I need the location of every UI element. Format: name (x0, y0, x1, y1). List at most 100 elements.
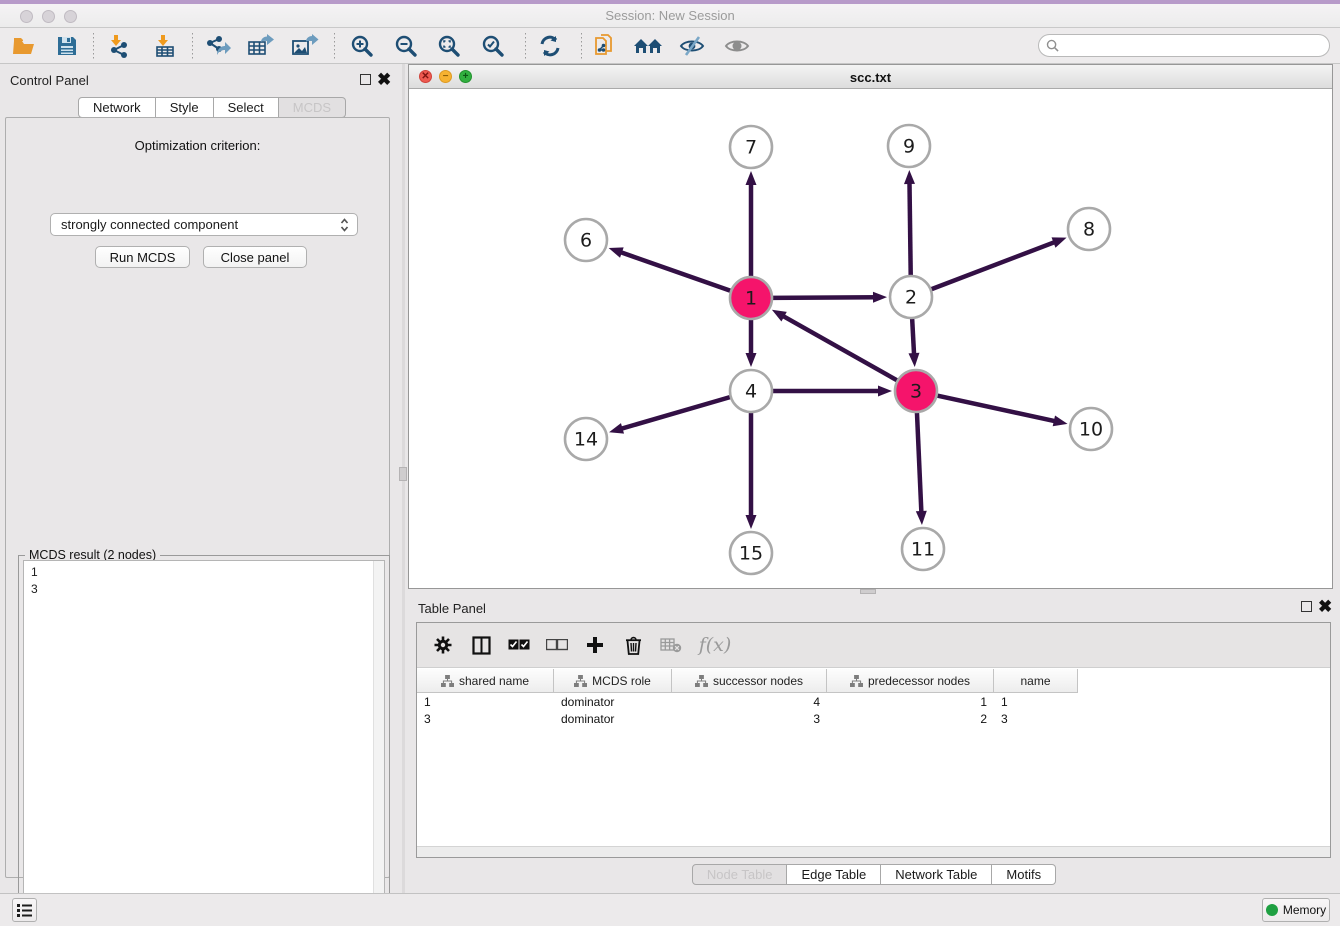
table-row-1[interactable]: 3dominator323 (417, 711, 1078, 728)
add-row-button[interactable] (579, 629, 611, 661)
hide-selected-button[interactable] (673, 30, 711, 62)
table-tab-node-table[interactable]: Node Table (692, 864, 788, 885)
edge-2-3[interactable] (912, 318, 914, 359)
table-cell[interactable]: 4 (672, 694, 827, 711)
run-mcds-button[interactable]: Run MCDS (95, 246, 190, 268)
zoom-in-button[interactable] (343, 30, 381, 62)
table-cell[interactable]: dominator (554, 694, 672, 711)
edge-2-9[interactable] (909, 178, 910, 276)
zoom-selected-button[interactable] (474, 30, 512, 62)
horizontal-splitter-handle[interactable] (860, 589, 876, 594)
table-cell[interactable]: 1 (994, 694, 1078, 711)
graph-node-label-15: 15 (739, 543, 763, 565)
tab-network[interactable]: Network (78, 97, 156, 118)
edge-4-14[interactable] (617, 397, 731, 430)
first-neighbors-button[interactable] (629, 30, 667, 62)
table-cell[interactable]: 3 (417, 711, 554, 728)
memory-status-dot (1266, 904, 1278, 916)
column-header-1[interactable]: MCDS role (554, 669, 672, 692)
export-network-button[interactable] (199, 30, 237, 62)
column-header-2[interactable]: successor nodes (672, 669, 827, 692)
column-type-tree-icon (850, 675, 863, 687)
table-cell[interactable]: 3 (672, 711, 827, 728)
task-list-icon (17, 904, 32, 917)
graph-node-label-9: 9 (903, 136, 915, 158)
close-panel-icon[interactable]: ✖ (377, 74, 391, 85)
save-floppy-icon (56, 35, 78, 57)
network-window-titlebar[interactable]: ✕ − + scc.txt (409, 65, 1332, 89)
table-cell[interactable]: 2 (827, 711, 994, 728)
delete-row-button[interactable] (617, 629, 649, 661)
column-header-label: name (1020, 674, 1050, 688)
table-row-0[interactable]: 1dominator411 (417, 694, 1078, 711)
table-cell[interactable]: 3 (994, 711, 1078, 728)
tab-style[interactable]: Style (156, 97, 214, 118)
plus-icon (586, 636, 604, 654)
deselect-all-button[interactable] (541, 629, 573, 661)
zoom-selected-icon (481, 34, 505, 58)
table-tab-edge-table[interactable]: Edge Table (787, 864, 881, 885)
edge-3-1[interactable] (779, 314, 898, 381)
split-panel-button[interactable] (465, 629, 497, 661)
table-cell[interactable]: dominator (554, 711, 672, 728)
import-network-icon (106, 34, 132, 58)
import-network-button[interactable] (100, 30, 138, 62)
graph-node-label-14: 14 (574, 429, 598, 451)
edge-3-10[interactable] (937, 395, 1060, 422)
clone-network-button[interactable] (586, 30, 624, 62)
table-tab-motifs[interactable]: Motifs (992, 864, 1056, 885)
column-header-label: shared name (459, 674, 529, 688)
status-bar: Memory (0, 893, 1340, 926)
edge-2-8[interactable] (931, 240, 1059, 289)
export-image-button[interactable] (286, 30, 324, 62)
refresh-view-button[interactable] (531, 30, 569, 62)
edge-1-6[interactable] (616, 251, 731, 291)
window-title: Session: New Session (0, 8, 1340, 23)
splitter-handle[interactable] (399, 467, 407, 481)
function-builder-button[interactable]: f(x) (693, 629, 737, 661)
mcds-result-scrollbar[interactable] (373, 561, 384, 921)
control-panel: Control Panel ✖ Network Style Select MCD… (0, 64, 400, 893)
zoom-fit-button[interactable] (430, 30, 468, 62)
memory-button[interactable]: Memory (1262, 898, 1330, 922)
edge-1-2[interactable] (772, 297, 879, 298)
graph-node-label-6: 6 (580, 230, 592, 252)
search-input[interactable] (1059, 39, 1329, 53)
tab-select[interactable]: Select (214, 97, 279, 118)
export-table-button[interactable] (242, 30, 280, 62)
column-type-tree-icon (574, 675, 587, 687)
delete-table-button[interactable] (655, 629, 687, 661)
open-session-button[interactable] (6, 30, 44, 62)
edge-3-11[interactable] (917, 412, 922, 517)
search-field[interactable] (1038, 34, 1330, 57)
select-all-button[interactable] (503, 629, 535, 661)
zoom-out-button[interactable] (387, 30, 425, 62)
table-options-gear-button[interactable] (427, 629, 459, 661)
close-panel-button[interactable]: Close panel (203, 246, 307, 268)
table-cell[interactable]: 1 (827, 694, 994, 711)
panel-splitter[interactable] (402, 64, 405, 893)
tab-mcds[interactable]: MCDS (279, 97, 346, 118)
table-close-icon[interactable]: ✖ (1318, 601, 1332, 612)
table-toolbar: f(x) (417, 623, 1330, 668)
control-panel-title: Control Panel (10, 73, 89, 88)
table-panel: Table Panel ✖ (408, 595, 1340, 893)
table-cell[interactable]: 1 (417, 694, 554, 711)
table-tab-network-table[interactable]: Network Table (881, 864, 992, 885)
table-horizontal-scrollbar[interactable] (417, 846, 1330, 857)
table-float-icon[interactable] (1301, 601, 1312, 612)
network-graph-canvas[interactable]: 7968124314101511 (409, 89, 1332, 588)
column-header-0[interactable]: shared name (417, 669, 554, 692)
column-header-label: predecessor nodes (868, 674, 970, 688)
toolbar-separator (525, 33, 526, 59)
column-header-4[interactable]: name (994, 669, 1078, 692)
criterion-dropdown[interactable]: strongly connected component (50, 213, 358, 236)
mcds-result-text[interactable]: 1 3 (23, 560, 385, 922)
float-panel-icon[interactable] (360, 74, 371, 85)
column-header-3[interactable]: predecessor nodes (827, 669, 994, 692)
show-all-button[interactable] (718, 30, 756, 62)
import-table-button[interactable] (146, 30, 184, 62)
save-session-button[interactable] (48, 30, 86, 62)
task-history-button[interactable] (12, 898, 37, 922)
clone-network-icon (593, 33, 617, 59)
